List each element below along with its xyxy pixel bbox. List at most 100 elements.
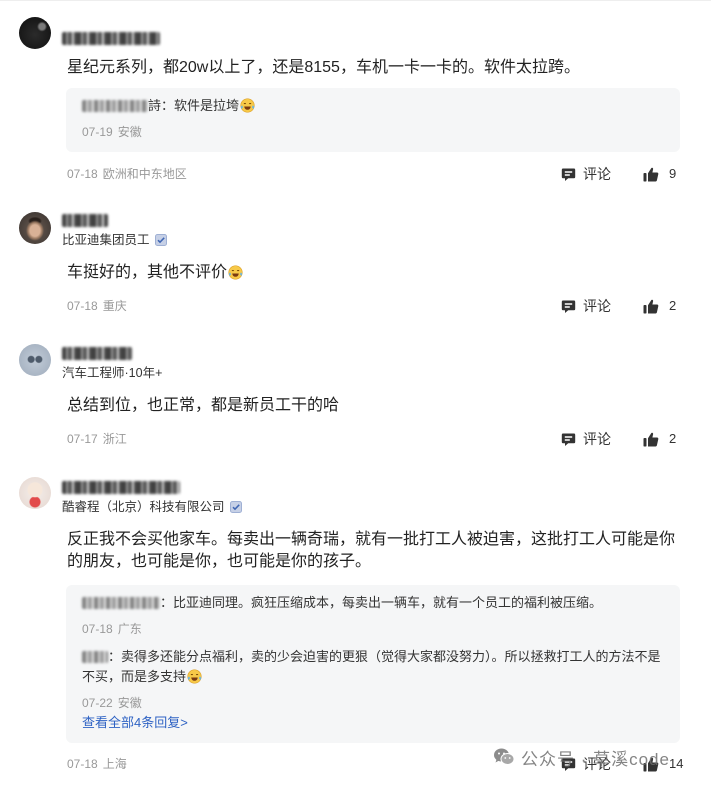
avatar[interactable] <box>19 212 51 244</box>
comment-button-label: 评论 <box>583 756 611 772</box>
like-button[interactable]: 2 <box>643 428 676 450</box>
tears-of-joy-emoji-icon <box>228 265 243 280</box>
author-title: 比亚迪集团员工 <box>62 233 150 247</box>
thumbs-up-icon <box>643 167 659 182</box>
comment-text: 总结到位，也正常，都是新员工干的哈 <box>67 397 340 414</box>
like-count: 2 <box>669 431 677 446</box>
comment-item: 汽车工程师·10年+ 总结到位，也正常，都是新员工干的哈 07-17 浙江 评论 … <box>0 343 711 450</box>
author-row <box>62 343 680 363</box>
comment-date: 07-18 <box>67 299 98 313</box>
top-divider <box>0 0 711 1</box>
comment-item: 比亚迪集团员工 车挺好的，其他不评价 07-18 重庆 评论 2 <box>0 210 711 317</box>
comment-button[interactable]: 评论 <box>561 753 611 775</box>
author-title: 汽车工程师·10年+ <box>62 366 163 380</box>
comment-button[interactable]: 评论 <box>561 163 611 185</box>
comment-meta: 07-18 欧洲和中东地区 <box>67 167 187 181</box>
comment-button[interactable]: 评论 <box>561 295 611 317</box>
comment-content: 车挺好的，其他不评价 <box>67 262 680 284</box>
reply-author-blurred[interactable] <box>82 597 160 609</box>
comment-bubble-icon <box>561 299 576 314</box>
reply-location: 安徽 <box>117 125 142 139</box>
avatar[interactable] <box>19 344 51 376</box>
reply-author-blurred[interactable] <box>82 100 148 112</box>
like-button[interactable]: 14 <box>643 753 683 775</box>
reply-date: 07-22 <box>82 696 113 710</box>
reply-line: 詩：软件是拉垮 <box>82 96 664 116</box>
author-name-blurred[interactable] <box>62 347 132 360</box>
reply-box: ：比亚迪同理。疯狂压缩成本，每卖出一辆车，就有一个员工的福利被压缩。 07-18… <box>66 585 680 743</box>
comment-button-label: 评论 <box>583 166 611 182</box>
author-title: 酷睿程（北京）科技有限公司 <box>62 500 225 514</box>
comment-button-label: 评论 <box>583 298 611 314</box>
author-name-blurred[interactable] <box>62 32 160 45</box>
comment-button[interactable]: 评论 <box>561 428 611 450</box>
author-subtitle: 汽车工程师·10年+ <box>62 363 680 383</box>
comment-bubble-icon <box>561 432 576 447</box>
reply-item[interactable]: ：比亚迪同理。疯狂压缩成本，每卖出一辆车，就有一个员工的福利被压缩。 07-18… <box>82 593 664 639</box>
comment-item: 星纪元系列，都20w以上了，还是8155，车机一卡一卡的。软件太拉跨。 詩：软件… <box>0 17 711 185</box>
comment-meta: 07-18 上海 <box>67 757 127 771</box>
reply-text: ：比亚迪同理。疯狂压缩成本，每卖出一辆车，就有一个员工的福利被压缩。 <box>160 595 603 610</box>
reply-location: 安徽 <box>117 696 142 710</box>
like-count: 2 <box>669 298 677 313</box>
comment-footer: 07-18 重庆 评论 2 <box>67 295 680 317</box>
comment-location: 上海 <box>102 757 127 771</box>
reply-text: 詩：软件是拉垮 <box>148 98 240 113</box>
comment-location: 重庆 <box>102 299 127 313</box>
reply-line: ：卖得多还能分点福利，卖的少会迫害的更狠（觉得大家都没努力）。所以拯救打工人的方… <box>82 647 664 687</box>
verified-badge-icon <box>229 500 242 513</box>
reply-line: ：比亚迪同理。疯狂压缩成本，每卖出一辆车，就有一个员工的福利被压缩。 <box>82 593 664 613</box>
reply-item[interactable]: ：卖得多还能分点福利，卖的少会迫害的更狠（觉得大家都没努力）。所以拯救打工人的方… <box>82 647 664 713</box>
author-row <box>62 477 680 497</box>
tears-of-joy-emoji-icon <box>187 669 202 684</box>
like-count: 9 <box>669 166 677 181</box>
comment-text: 星纪元系列，都20w以上了，还是8155，车机一卡一卡的。软件太拉跨。 <box>67 59 580 76</box>
comment-footer: 07-17 浙江 评论 2 <box>67 428 680 450</box>
thumbs-up-icon <box>643 432 659 447</box>
comment-date: 07-17 <box>67 432 98 446</box>
comment-button-label: 评论 <box>583 431 611 447</box>
view-all-replies-link[interactable]: 查看全部4条回复> <box>82 713 664 733</box>
tears-of-joy-emoji-icon <box>240 98 255 113</box>
reply-box: 詩：软件是拉垮 07-19 安徽 <box>66 88 680 152</box>
comment-footer: 07-18 欧洲和中东地区 评论 9 <box>67 163 680 185</box>
thumbs-up-icon <box>643 299 659 314</box>
like-button[interactable]: 9 <box>643 163 676 185</box>
avatar[interactable] <box>19 17 51 49</box>
avatar[interactable] <box>19 477 51 509</box>
author-subtitle: 比亚迪集团员工 <box>62 230 680 250</box>
comment-body: 星纪元系列，都20w以上了，还是8155，车机一卡一卡的。软件太拉跨。 詩：软件… <box>62 28 680 185</box>
reply-meta: 07-22 安徽 <box>82 693 664 713</box>
comment-body: 汽车工程师·10年+ 总结到位，也正常，都是新员工干的哈 07-17 浙江 评论 … <box>62 343 680 450</box>
author-name-blurred[interactable] <box>62 481 180 494</box>
author-row <box>62 28 680 48</box>
reply-author-blurred[interactable] <box>82 651 108 663</box>
reply-item[interactable]: 詩：软件是拉垮 07-19 安徽 <box>82 96 664 142</box>
author-row <box>62 210 680 230</box>
reply-date: 07-19 <box>82 125 113 139</box>
comment-bubble-icon <box>561 167 576 182</box>
author-name-blurred[interactable] <box>62 214 108 227</box>
like-count: 14 <box>669 756 684 771</box>
comment-body: 比亚迪集团员工 车挺好的，其他不评价 07-18 重庆 评论 2 <box>62 210 680 317</box>
reply-meta: 07-19 安徽 <box>82 122 664 142</box>
like-button[interactable]: 2 <box>643 295 676 317</box>
comment-item: 酷睿程（北京）科技有限公司 反正我不会买他家车。每卖出一辆奇瑞，就有一批打工人被… <box>0 477 711 775</box>
reply-text: ：卖得多还能分点福利，卖的少会迫害的更狠（觉得大家都没努力）。所以拯救打工人的方… <box>82 649 661 684</box>
comment-footer: 07-18 上海 评论 14 <box>67 753 683 775</box>
comment-meta: 07-17 浙江 <box>67 432 127 446</box>
comment-body: 酷睿程（北京）科技有限公司 反正我不会买他家车。每卖出一辆奇瑞，就有一批打工人被… <box>62 477 683 775</box>
comment-meta: 07-18 重庆 <box>67 299 127 313</box>
comment-location: 欧洲和中东地区 <box>102 167 187 181</box>
verified-badge-icon <box>154 233 167 246</box>
comment-date: 07-18 <box>67 757 98 771</box>
author-subtitle: 酷睿程（北京）科技有限公司 <box>62 497 680 517</box>
reply-date: 07-18 <box>82 622 113 636</box>
reply-location: 广东 <box>117 622 142 636</box>
reply-meta: 07-18 广东 <box>82 619 664 639</box>
comment-date: 07-18 <box>67 167 98 181</box>
thumbs-up-icon <box>643 757 659 772</box>
comment-bubble-icon <box>561 757 576 772</box>
comment-location: 浙江 <box>102 432 127 446</box>
comment-text: 反正我不会买他家车。每卖出一辆奇瑞，就有一批打工人被迫害，这批打工人可能是你的朋… <box>67 531 676 570</box>
